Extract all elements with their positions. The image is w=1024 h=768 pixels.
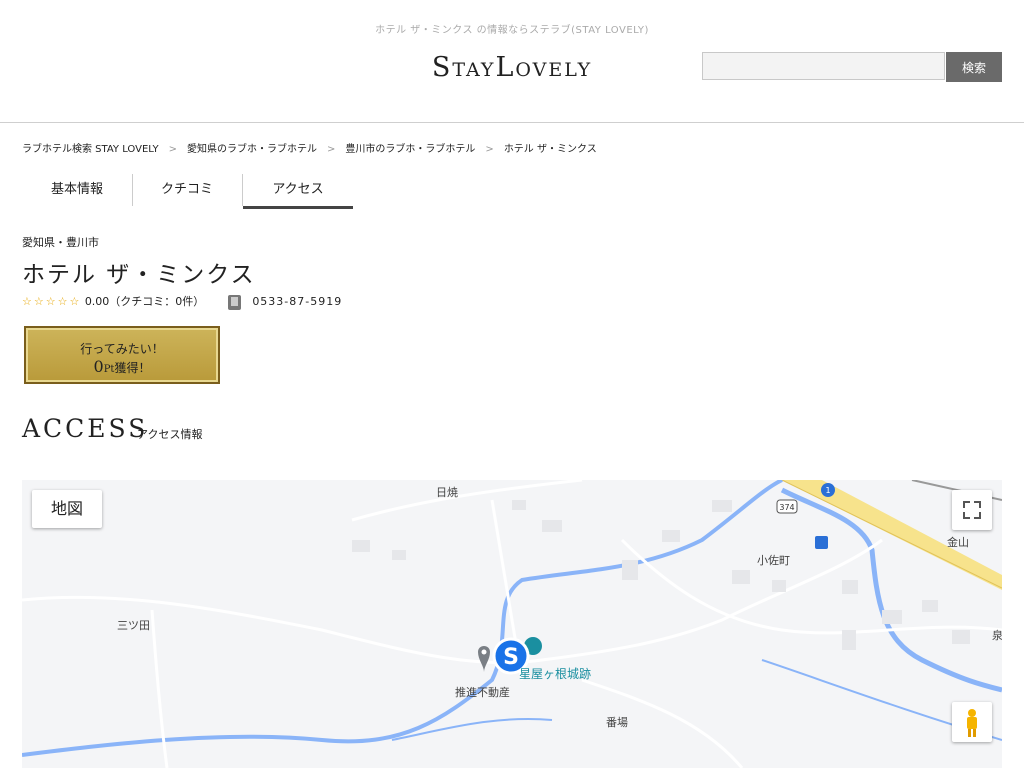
map-label-banba: 番場 bbox=[606, 716, 628, 729]
search-input[interactable] bbox=[702, 52, 945, 80]
street-view-button[interactable] bbox=[952, 702, 992, 742]
map-label-mitsuda: 三ツ田 bbox=[117, 619, 150, 632]
map-type-button[interactable]: 地図 bbox=[32, 490, 102, 528]
fullscreen-icon bbox=[963, 501, 981, 519]
pegman-icon bbox=[967, 709, 977, 737]
map-label-kanayama: 金山 bbox=[947, 536, 969, 549]
route-number-1: 1 bbox=[825, 486, 830, 495]
access-subheading: アクセス情報 bbox=[137, 428, 203, 441]
building bbox=[622, 560, 638, 580]
rating-text[interactable]: 0.00（クチコミ：0件） bbox=[85, 295, 205, 308]
points-label: 0Pt獲得！ bbox=[26, 357, 218, 376]
search-button[interactable]: 検索 bbox=[946, 52, 1002, 82]
breadcrumb-prefecture[interactable]: 愛知県のラブホ・ラブホテル bbox=[187, 140, 317, 155]
access-heading: ACCESS bbox=[22, 414, 149, 443]
map-label-kosacho: 小佐町 bbox=[757, 554, 790, 567]
fullscreen-button[interactable] bbox=[952, 490, 992, 530]
grey-place-marker-dot bbox=[481, 649, 487, 655]
building bbox=[842, 630, 856, 650]
building bbox=[512, 500, 526, 510]
breadcrumb-city[interactable]: 豊川市のラブホ・ラブホテル bbox=[345, 140, 475, 155]
phone-icon bbox=[227, 294, 241, 310]
site-header: ホテル ザ・ミンクス の情報ならステラブ(STAY LOVELY) StayLo… bbox=[0, 0, 1024, 123]
building bbox=[922, 600, 938, 612]
building bbox=[952, 630, 970, 644]
tab-basic-info[interactable]: 基本情報 bbox=[22, 174, 133, 206]
rating-row: ☆☆☆☆☆ 0.00（クチコミ：0件） 0533-87-5919 bbox=[22, 293, 342, 310]
rating-stars: ☆☆☆☆☆ bbox=[22, 295, 82, 308]
access-map[interactable]: 374 1 S 日焼 三ツ田 小佐町 金山 番場 推進不動産 星屋ヶ根城跡 泉 … bbox=[22, 480, 1002, 768]
building bbox=[392, 550, 406, 560]
breadcrumb-separator: > bbox=[485, 144, 494, 155]
hotel-location: 愛知県・豊川市 bbox=[22, 236, 99, 249]
breadcrumb-current: ホテル ザ・ミンクス bbox=[503, 144, 597, 155]
points-suffix: 獲得！ bbox=[114, 361, 151, 375]
site-tagline: ホテル ザ・ミンクス の情報ならステラブ(STAY LOVELY) bbox=[375, 25, 649, 36]
building bbox=[842, 580, 858, 594]
building bbox=[772, 580, 786, 592]
breadcrumb-separator: > bbox=[327, 144, 336, 155]
tab-reviews[interactable]: クチコミ bbox=[132, 174, 243, 206]
building bbox=[352, 540, 370, 552]
building bbox=[882, 610, 902, 624]
building bbox=[732, 570, 750, 584]
breadcrumb: ラブホテル検索 STAY LOVELY > 愛知県のラブホ・ラブホテル > 豊川市のラブ… bbox=[22, 140, 597, 155]
building bbox=[712, 500, 732, 512]
road-b bbox=[150, 609, 169, 768]
phone-number[interactable]: 0533-87-5919 bbox=[252, 295, 342, 308]
building bbox=[542, 520, 562, 532]
road-c bbox=[351, 480, 583, 522]
map-canvas: 374 1 S bbox=[22, 480, 1002, 768]
building bbox=[662, 530, 680, 542]
bus-stop-icon bbox=[815, 536, 828, 549]
points-value: 0 bbox=[93, 357, 104, 376]
want-to-go-button[interactable]: 行ってみたい！ 0Pt獲得！ bbox=[24, 326, 220, 384]
points-unit: Pt bbox=[103, 364, 115, 375]
map-label-poi[interactable]: 星屋ヶ根城跡 bbox=[519, 665, 591, 682]
road-a bbox=[22, 538, 883, 665]
map-label-suishin: 推進不動産 bbox=[455, 686, 510, 699]
breadcrumb-home[interactable]: ラブホテル検索 STAY LOVELY bbox=[22, 140, 159, 155]
want-to-go-label: 行ってみたい！ bbox=[80, 342, 164, 356]
breadcrumb-separator: > bbox=[168, 144, 178, 155]
route-number-374: 374 bbox=[779, 503, 794, 512]
map-label-edge: 泉 bbox=[992, 629, 1002, 642]
map-label-hikiyaki: 日焼 bbox=[436, 486, 458, 499]
tab-access[interactable]: アクセス bbox=[243, 174, 353, 209]
hotel-name: ホテル ザ・ミンクス bbox=[22, 262, 256, 288]
hotel-marker-letter: S bbox=[503, 645, 519, 670]
